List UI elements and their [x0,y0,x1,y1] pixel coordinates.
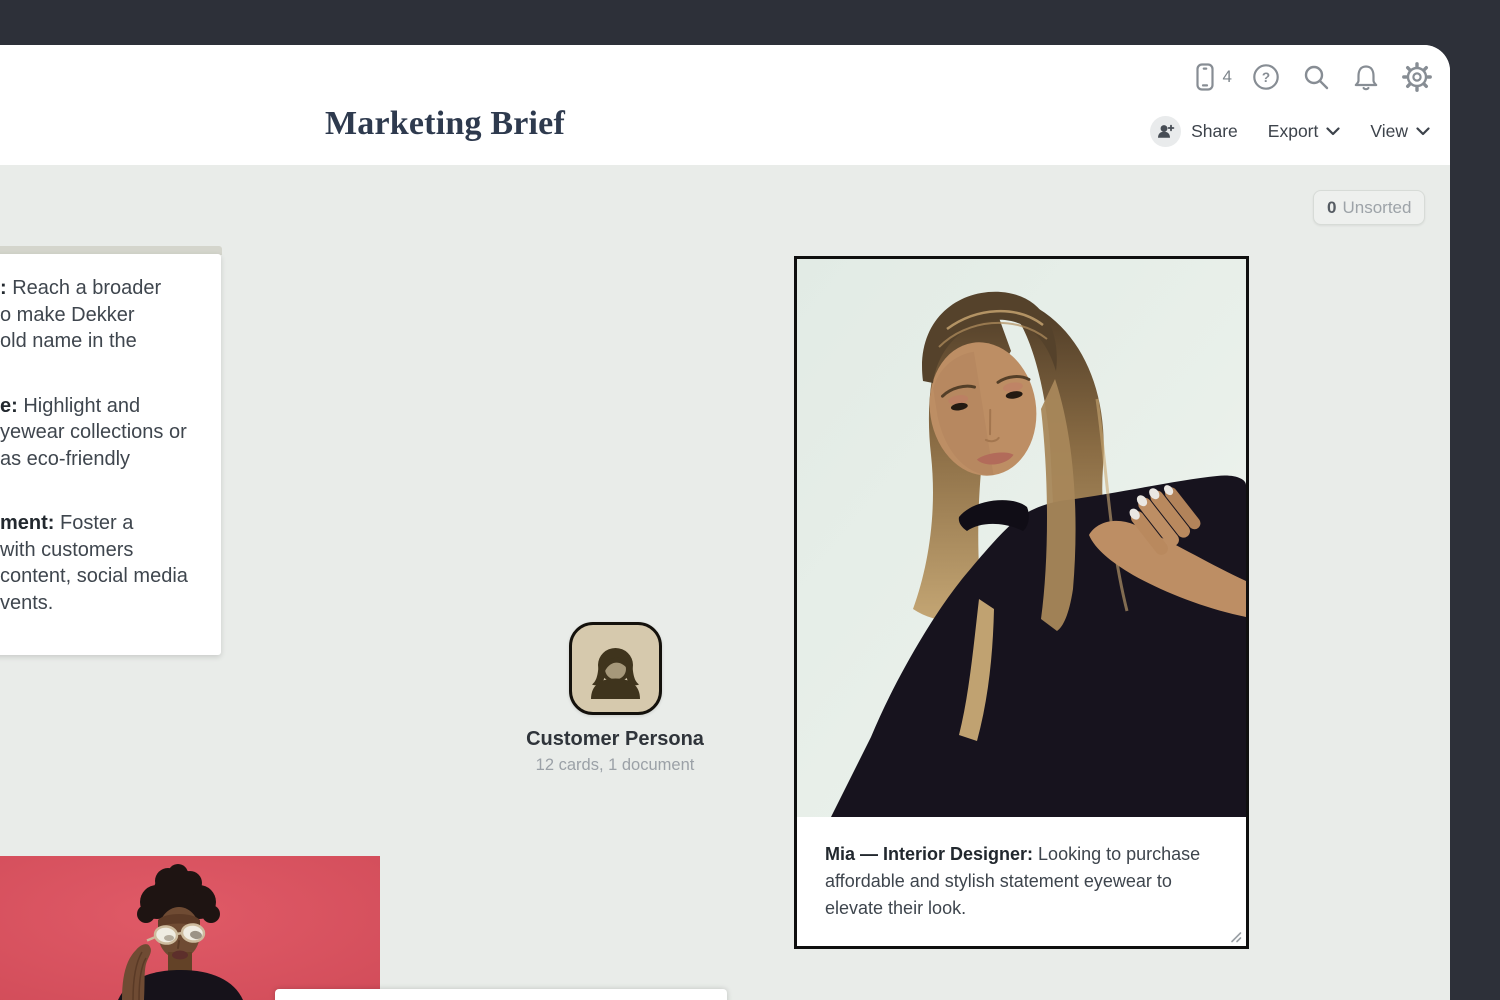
persona-image-card[interactable]: Mia — Interior Designer: Looking to purc… [794,256,1249,949]
persona-caption: Mia — Interior Designer: Looking to purc… [797,817,1246,922]
search-icon [1300,61,1332,93]
share-label: Share [1191,121,1238,142]
customer-persona-stack[interactable]: Customer Persona 12 cards, 1 document [490,622,740,775]
gear-icon [1400,60,1434,94]
view-button[interactable]: View [1370,121,1430,142]
search-button[interactable] [1300,61,1332,93]
notifications-button[interactable] [1349,61,1383,93]
page-title: Marketing Brief [325,105,565,143]
svg-text:?: ? [1262,70,1270,85]
bell-icon [1349,61,1383,93]
stack-title: Customer Persona [490,728,740,751]
persona-photo [797,259,1246,817]
chevron-down-icon [1318,127,1340,136]
unsorted-label: Unsorted [1342,198,1411,218]
app-window: Marketing Brief 4 [0,45,1450,1000]
app-header: Marketing Brief 4 [0,45,1450,166]
device-cards-button[interactable]: 4 [1192,61,1232,93]
header-actions: Share Export View [1150,113,1430,149]
settings-button[interactable] [1400,60,1434,94]
card-peek-bottom[interactable] [275,989,727,1000]
screen: Marketing Brief 4 [0,0,1500,1000]
goals-text-card[interactable]: : Reach a broadero make Dekkerold name i… [0,254,221,655]
view-label: View [1370,121,1408,142]
photo-card-red[interactable] [0,856,380,1000]
export-label: Export [1268,121,1319,142]
unsorted-count: 0 [1327,198,1336,218]
woman-avatar-icon[interactable] [569,622,662,715]
resize-handle-icon[interactable] [1227,928,1242,943]
help-button[interactable]: ? [1249,60,1283,94]
person-plus-icon [1150,116,1181,147]
share-button[interactable]: Share [1150,116,1238,147]
utility-icon-row: 4 ? [1192,58,1434,96]
phone-cards-icon [1192,61,1218,93]
device-cards-count: 4 [1223,67,1232,87]
chevron-down-icon [1408,127,1430,136]
stack-subtitle: 12 cards, 1 document [490,756,740,775]
export-button[interactable]: Export [1268,121,1341,142]
goals-text: : Reach a broadero make Dekkerold name i… [0,254,221,616]
question-circle-icon: ? [1249,60,1283,94]
canvas[interactable]: 0 Unsorted : Reach a broadero make Dekke… [0,165,1450,1000]
unsorted-badge[interactable]: 0 Unsorted [1313,190,1425,225]
